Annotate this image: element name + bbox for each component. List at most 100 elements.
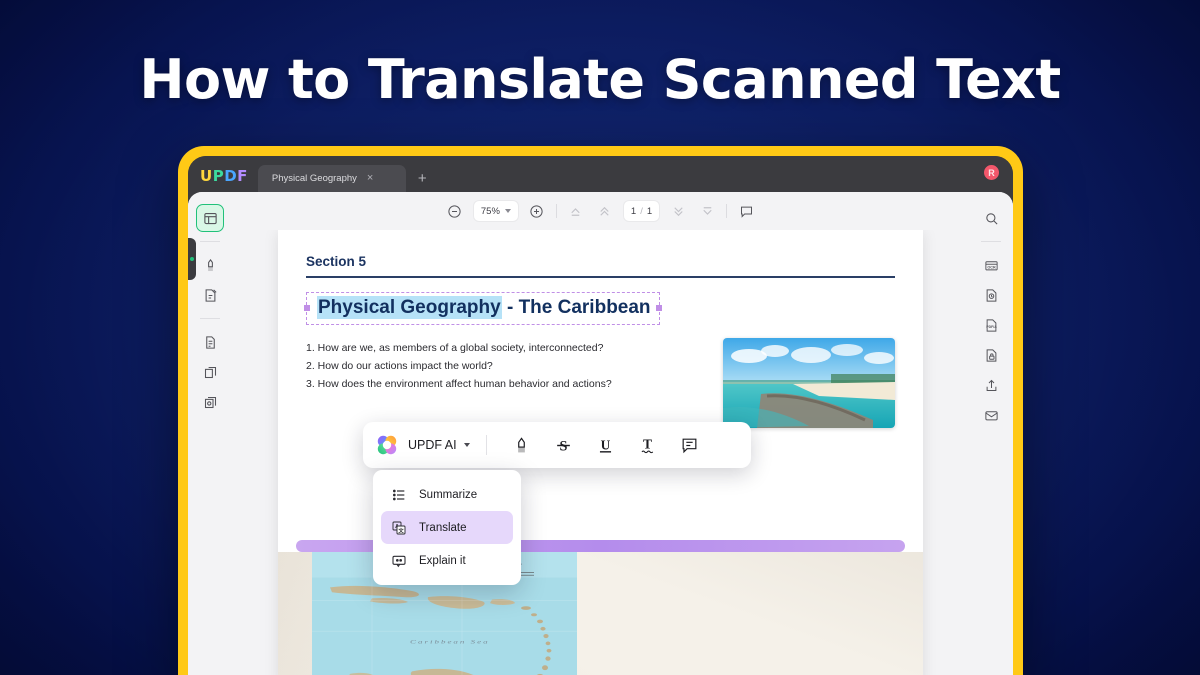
explain-bubble-glyph [391,553,407,569]
sidebar-item-compress[interactable] [977,281,1005,309]
tab-close-icon[interactable]: × [367,173,373,184]
sidebar-item-edit[interactable] [196,281,224,309]
zoom-in-button[interactable] [527,201,547,221]
menu-item-explain-it[interactable]: Explain it [381,544,513,577]
strikethrough-tool-button[interactable]: S [543,430,585,460]
reader-icon [203,211,218,226]
underline-tool-button[interactable]: U [585,430,627,460]
sidebar-item-protect[interactable] [977,341,1005,369]
right-toolbar: OCR PDF/A [969,192,1013,675]
right-rail-divider [981,241,1001,242]
logo-letter-u: U [200,167,213,185]
search-icon [984,211,999,226]
tab-label: Physical Geography [272,173,357,184]
page-current: 1 [631,206,636,217]
selected-headline-box[interactable]: Physical Geography - The Caribbean [306,292,660,325]
lock-icon [984,348,999,363]
organize-pages-icon [203,335,218,350]
menu-item-label: Translate [419,522,467,534]
sidebar-item-crop[interactable] [196,358,224,386]
prev-page-button[interactable] [595,201,615,221]
svg-text:T: T [643,436,652,451]
selection-handle-right[interactable] [656,305,662,311]
next-page-icon [671,204,686,219]
menu-item-summarize[interactable]: Summarize [381,478,513,511]
sidebar-item-pdfa[interactable]: PDF/A [977,311,1005,339]
rail-divider-2 [200,318,220,319]
first-page-icon [568,204,583,219]
zoom-out-button[interactable] [445,201,465,221]
zoom-level-value: 75% [481,206,500,217]
headline-rest: - The Caribbean [502,297,651,318]
first-page-button[interactable] [566,201,586,221]
toolbar-divider-1 [556,204,557,218]
translate-icon: A 文 [391,520,407,536]
caribbean-beach-photo [723,338,895,428]
sidebar-collapse-handle[interactable] [188,238,196,280]
logo-letter-d: D [224,167,237,185]
document-tab[interactable]: Physical Geography × [258,165,406,192]
prev-page-icon [597,204,612,219]
sticky-note-tool-button[interactable] [669,430,711,460]
squiggly-underline-tool-button[interactable]: T [627,430,669,460]
ai-clover-icon [375,433,399,457]
sticky-note-icon [680,436,699,455]
svg-text:S: S [560,438,568,454]
zoom-out-icon [447,204,462,219]
page-number-input[interactable]: 1 / 1 [624,201,659,221]
toolbar-divider-2 [726,204,727,218]
sidebar-item-ocr[interactable]: OCR [977,251,1005,279]
ai-dropdown-menu: Summarize A 文 [373,470,521,585]
window-close-button[interactable]: R [984,165,999,180]
page-total: 1 [647,206,652,217]
chevron-down-icon [505,209,511,213]
window-titlebar: U P D F Physical Geography × + R [188,156,1013,192]
ai-toolbar-divider [486,435,487,455]
edit-document-icon [203,288,218,303]
comment-button[interactable] [736,201,756,221]
logo-letter-f: F [237,167,248,185]
squiggly-underline-icon: T [638,436,657,455]
ai-dropdown-caret-icon[interactable] [464,443,470,447]
selection-handle-left[interactable] [304,305,310,311]
next-page-button[interactable] [668,201,688,221]
zoom-in-icon [529,204,544,219]
menu-item-translate[interactable]: A 文 Translate [381,511,513,544]
last-page-button[interactable] [697,201,717,221]
share-upload-icon [984,378,999,393]
highlighter-icon [512,436,531,455]
sidebar-item-convert[interactable] [196,388,224,416]
sidebar-item-annotate[interactable] [196,251,224,279]
highlighted-text: Physical Geography [317,296,502,319]
highlight-tool-button[interactable] [501,430,543,460]
sidebar-item-email[interactable] [977,401,1005,429]
section-label: Section 5 [306,254,895,269]
logo-letter-p: P [213,167,225,185]
document-headline: Physical Geography - The Caribbean [317,297,651,319]
convert-ocr-icon [203,395,218,410]
new-tab-button[interactable]: + [418,170,427,187]
pdf-page: Section 5 Physical Geography - The Carib… [278,230,923,675]
comment-icon [739,204,754,219]
sidebar-item-share[interactable] [977,371,1005,399]
sidebar-item-organize[interactable] [196,328,224,356]
section-rule [306,276,895,278]
zoom-level-select[interactable]: 75% [474,201,518,221]
page-viewport[interactable]: Section 5 Physical Geography - The Carib… [232,230,969,675]
compress-icon [984,288,999,303]
document-area: 75% [232,192,969,675]
pdf-a-icon: PDF/A [984,318,999,333]
device-frame: U P D F Physical Geography × + R [178,146,1023,675]
crop-pages-icon [203,365,218,380]
updf-logo: U P D F [200,167,248,185]
menu-item-label: Explain it [419,555,466,567]
strikethrough-icon: S [554,436,573,455]
page-separator: / [640,206,643,217]
svg-text:U: U [601,437,611,452]
highlighter-pen-icon [203,258,218,273]
list-icon [391,487,407,503]
app-window: U P D F Physical Geography × + R [188,156,1013,675]
sidebar-item-search[interactable] [977,204,1005,232]
rail-divider-1 [200,241,220,242]
sidebar-item-reader[interactable] [196,204,224,232]
